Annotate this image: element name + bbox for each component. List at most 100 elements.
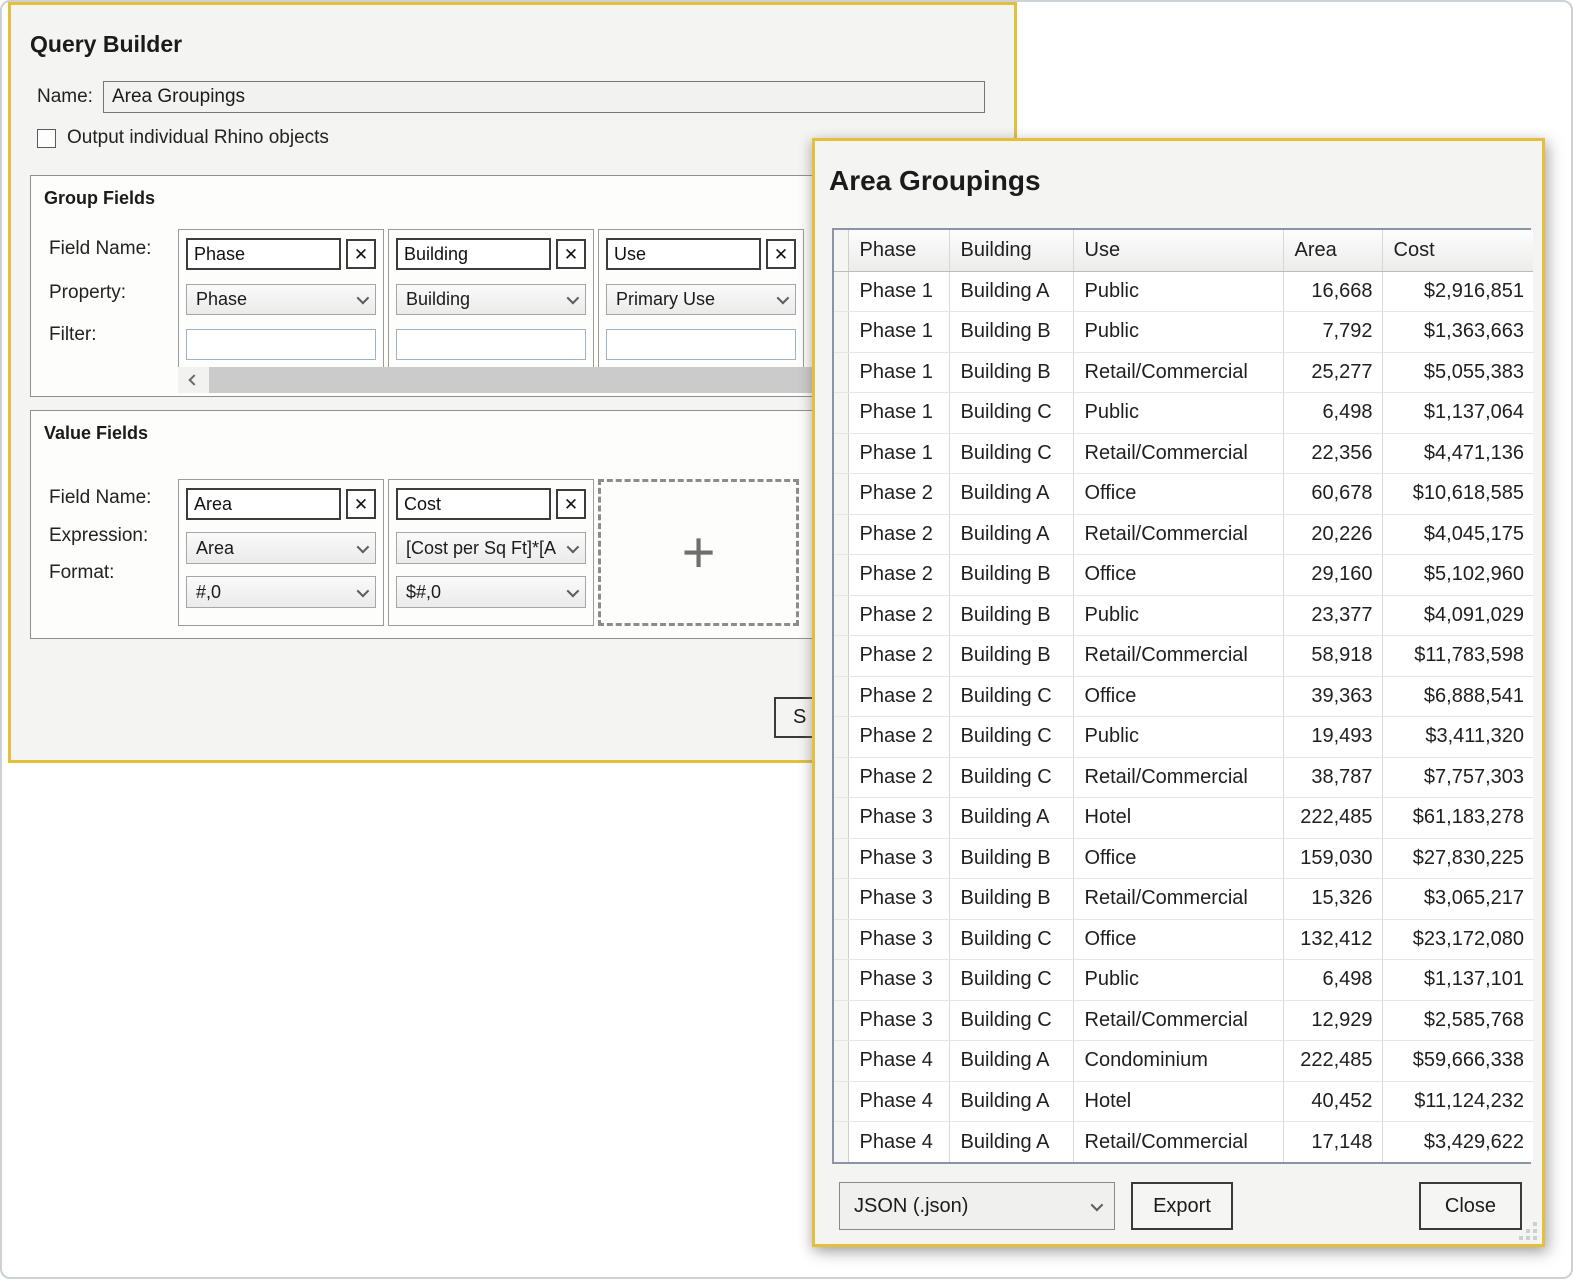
scroll-left-button[interactable] <box>178 367 209 393</box>
chevron-down-icon <box>776 291 790 305</box>
table-row[interactable]: Phase 2 Building B Public 23,377 $4,091,029 <box>834 595 1533 636</box>
column-header[interactable]: Use <box>1073 230 1284 272</box>
remove-field-button[interactable]: ✕ <box>346 489 376 519</box>
row-selector[interactable] <box>834 392 849 434</box>
output-individual-checkbox[interactable] <box>37 128 56 148</box>
row-selector[interactable] <box>834 635 849 677</box>
row-selector[interactable] <box>834 676 849 717</box>
value-field-expression-dropdown[interactable]: Area <box>186 532 376 564</box>
table-row[interactable]: Phase 3 Building C Retail/Commercial 12,929… <box>834 1000 1533 1041</box>
table-row[interactable]: Phase 2 Building C Office 39,363 $6,888,541 <box>834 676 1533 717</box>
row-selector[interactable] <box>834 838 849 879</box>
table-cell: Hotel <box>1073 797 1284 839</box>
row-selector[interactable] <box>834 1121 849 1162</box>
value-field-name-input[interactable] <box>186 488 341 520</box>
table-cell: Phase 2 <box>848 514 950 555</box>
table-cell: Phase 1 <box>848 271 950 312</box>
row-selector[interactable] <box>834 1000 849 1041</box>
row-selector[interactable] <box>834 473 849 515</box>
table-row[interactable]: Phase 3 Building A Hotel 222,485 $61,183,278 <box>834 797 1533 839</box>
group-field-name-input[interactable] <box>396 238 551 270</box>
table-cell: Building C <box>949 757 1074 798</box>
query-name-input[interactable] <box>102 81 985 113</box>
value-field-format-dropdown[interactable]: $#,0 <box>396 576 586 608</box>
group-field-name-input[interactable] <box>186 238 341 270</box>
row-selector[interactable] <box>834 311 849 353</box>
table-cell: 40,452 <box>1283 1081 1383 1122</box>
remove-field-button[interactable]: ✕ <box>346 239 376 269</box>
value-field-expression-dropdown[interactable]: [Cost per Sq Ft]*[A <box>396 532 586 564</box>
value-field-name-input[interactable] <box>396 488 551 520</box>
group-field-property-dropdown[interactable]: Primary Use <box>606 284 796 315</box>
group-fieldname-label: Field Name: <box>49 238 152 259</box>
group-field-filter-input[interactable] <box>606 328 796 360</box>
group-field-filter-input[interactable] <box>396 328 586 360</box>
table-cell: $2,916,851 <box>1382 271 1533 312</box>
column-header[interactable]: Area <box>1283 230 1383 272</box>
table-row[interactable]: Phase 2 Building A Office 60,678 $10,618,585 <box>834 473 1533 515</box>
table-cell: $1,137,101 <box>1382 959 1533 1001</box>
remove-field-button[interactable]: ✕ <box>556 489 586 519</box>
table-cell: $11,783,598 <box>1382 635 1533 677</box>
row-selector[interactable] <box>834 514 849 555</box>
table-cell: 222,485 <box>1283 1040 1383 1082</box>
table-row[interactable]: Phase 2 Building B Office 29,160 $5,102,960 <box>834 554 1533 596</box>
table-row[interactable]: Phase 4 Building A Condominium 222,485 $59,6… <box>834 1040 1533 1082</box>
export-format-value: JSON (.json) <box>854 1194 969 1217</box>
table-row[interactable]: Phase 3 Building C Office 132,412 $23,172,08… <box>834 919 1533 960</box>
close-button[interactable]: Close <box>1419 1182 1522 1230</box>
remove-field-button[interactable]: ✕ <box>556 239 586 269</box>
value-field-card: ✕ [Cost per Sq Ft]*[A $#,0 <box>388 479 594 626</box>
group-field-property-dropdown[interactable]: Building <box>396 284 586 315</box>
table-row[interactable]: Phase 1 Building C Retail/Commercial 22,356… <box>834 433 1533 474</box>
remove-field-button[interactable]: ✕ <box>766 239 796 269</box>
value-field-format-dropdown[interactable]: #,0 <box>186 576 376 608</box>
column-header[interactable]: Phase <box>848 230 950 272</box>
table-row[interactable]: Phase 1 Building B Retail/Commercial 25,277… <box>834 352 1533 393</box>
table-cell: Building A <box>949 514 1074 555</box>
row-selector[interactable] <box>834 919 849 960</box>
column-header[interactable]: Building <box>949 230 1074 272</box>
group-field-filter-input[interactable] <box>186 328 376 360</box>
chevron-down-icon <box>566 291 580 305</box>
row-selector[interactable] <box>834 554 849 596</box>
row-selector[interactable] <box>834 797 849 839</box>
table-row[interactable]: Phase 2 Building C Public 19,493 $3,411,320 <box>834 716 1533 758</box>
row-selector[interactable] <box>834 757 849 798</box>
row-selector[interactable] <box>834 271 849 312</box>
table-cell: Phase 1 <box>848 392 950 434</box>
table-row[interactable]: Phase 3 Building B Office 159,030 $27,830,22… <box>834 838 1533 879</box>
export-format-dropdown[interactable]: JSON (.json) <box>839 1182 1115 1230</box>
group-field-property-dropdown[interactable]: Phase <box>186 284 376 315</box>
table-cell: Phase 2 <box>848 554 950 596</box>
row-selector[interactable] <box>834 595 849 636</box>
column-header[interactable]: Cost <box>1382 230 1533 272</box>
table-cell: $5,055,383 <box>1382 352 1533 393</box>
row-selector[interactable] <box>834 716 849 758</box>
row-selector[interactable] <box>834 352 849 393</box>
table-row[interactable]: Phase 3 Building B Retail/Commercial 15,326… <box>834 878 1533 920</box>
export-button[interactable]: Export <box>1131 1182 1233 1230</box>
table-row[interactable]: Phase 4 Building A Hotel 40,452 $11,124,232 <box>834 1081 1533 1122</box>
table-row[interactable]: Phase 1 Building B Public 7,792 $1,363,663 <box>834 311 1533 353</box>
row-selector[interactable] <box>834 1081 849 1122</box>
row-selector[interactable] <box>834 959 849 1001</box>
table-cell: $1,363,663 <box>1382 311 1533 353</box>
plus-icon: + <box>681 519 716 585</box>
table-row[interactable]: Phase 2 Building B Retail/Commercial 58,918… <box>834 635 1533 677</box>
table-row[interactable]: Phase 3 Building C Public 6,498 $1,137,101 <box>834 959 1533 1001</box>
row-selector[interactable] <box>834 433 849 474</box>
table-row[interactable]: Phase 1 Building A Public 16,668 $2,916,851 <box>834 271 1533 312</box>
table-cell: 132,412 <box>1283 919 1383 960</box>
row-selector[interactable] <box>834 1040 849 1082</box>
add-value-field-button[interactable]: + <box>598 479 799 626</box>
table-row[interactable]: Phase 2 Building C Retail/Commercial 38,787… <box>834 757 1533 798</box>
resize-grip-icon[interactable] <box>1515 1218 1537 1240</box>
row-selector[interactable] <box>834 878 849 920</box>
table-row[interactable]: Phase 2 Building A Retail/Commercial 20,226… <box>834 514 1533 555</box>
table-row[interactable]: Phase 4 Building A Retail/Commercial 17,148… <box>834 1121 1533 1162</box>
chevron-down-icon <box>356 540 370 553</box>
table-row[interactable]: Phase 1 Building C Public 6,498 $1,137,064 <box>834 392 1533 434</box>
group-field-name-input[interactable] <box>606 238 761 270</box>
table-cell: $4,471,136 <box>1382 433 1533 474</box>
